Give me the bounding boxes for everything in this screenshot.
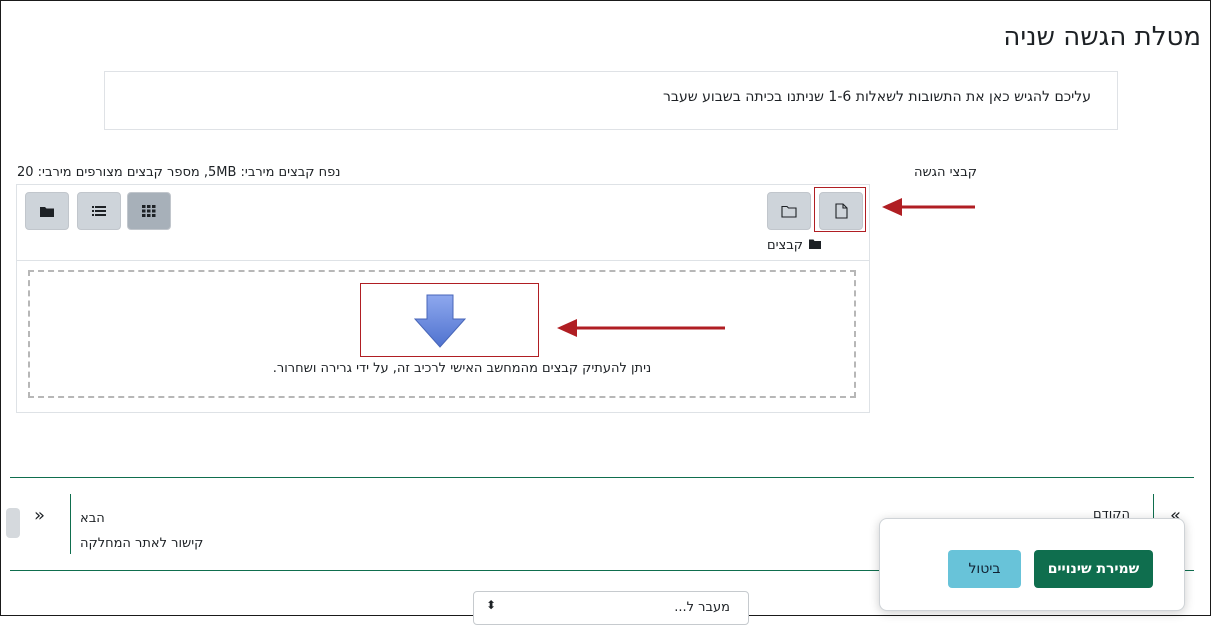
drawer-toggle[interactable]: [6, 508, 20, 538]
file-limits-text: נפח קבצים מירבי: 5MB, מספר קבצים מצורפים…: [17, 165, 341, 180]
intro-box: עליכם להגיש כאן את התשובות לשאלות 1-6 שנ…: [104, 71, 1118, 130]
file-manager-toolbar: קבצים: [17, 185, 869, 261]
intro-text: עליכם להגיש כאן את התשובות לשאלות 1-6 שנ…: [663, 89, 1091, 105]
annotation-arrow-2-icon: [557, 319, 725, 337]
view-icons-button[interactable]: [25, 192, 69, 230]
next-activity-link[interactable]: קישור לאתר המחלקה: [80, 536, 203, 551]
annotation-arrow-icon: [882, 198, 975, 216]
view-grid-button[interactable]: [127, 192, 171, 230]
next-chevron-icon[interactable]: »: [34, 505, 45, 526]
jump-to-value: מעבר ל...: [674, 600, 730, 615]
breadcrumb-folder[interactable]: קבצים: [767, 238, 803, 253]
cancel-button[interactable]: ביטול: [948, 550, 1021, 588]
list-icon: [92, 206, 106, 216]
create-folder-button[interactable]: [767, 192, 811, 230]
save-button[interactable]: שמירת שינויים: [1034, 550, 1153, 588]
next-separator: [70, 494, 71, 554]
folder-solid-icon: [809, 238, 821, 253]
highlight-drop-arrow: [360, 283, 539, 357]
breadcrumb: קבצים: [767, 238, 821, 253]
sticky-footer-card: ביטול שמירת שינויים: [879, 518, 1185, 611]
folder-icon: [40, 206, 54, 217]
grid-icon: [142, 205, 156, 217]
next-label: הבא: [80, 511, 105, 526]
select-caret-icon: ⬍: [486, 598, 497, 612]
highlight-add-file: [814, 187, 866, 232]
folder-outline-icon: [781, 205, 797, 218]
jump-to-select[interactable]: ⬍ מעבר ל...: [473, 591, 749, 625]
submission-files-label: קבצי הגשה: [913, 165, 977, 180]
page-title: מטלת הגשה שניה: [1003, 22, 1201, 52]
view-list-button[interactable]: [77, 192, 121, 230]
drop-zone-text: ניתן להעתיק קבצים מהמחשב האישי לרכיב זה,…: [272, 361, 652, 376]
divider-top: [10, 477, 1194, 478]
